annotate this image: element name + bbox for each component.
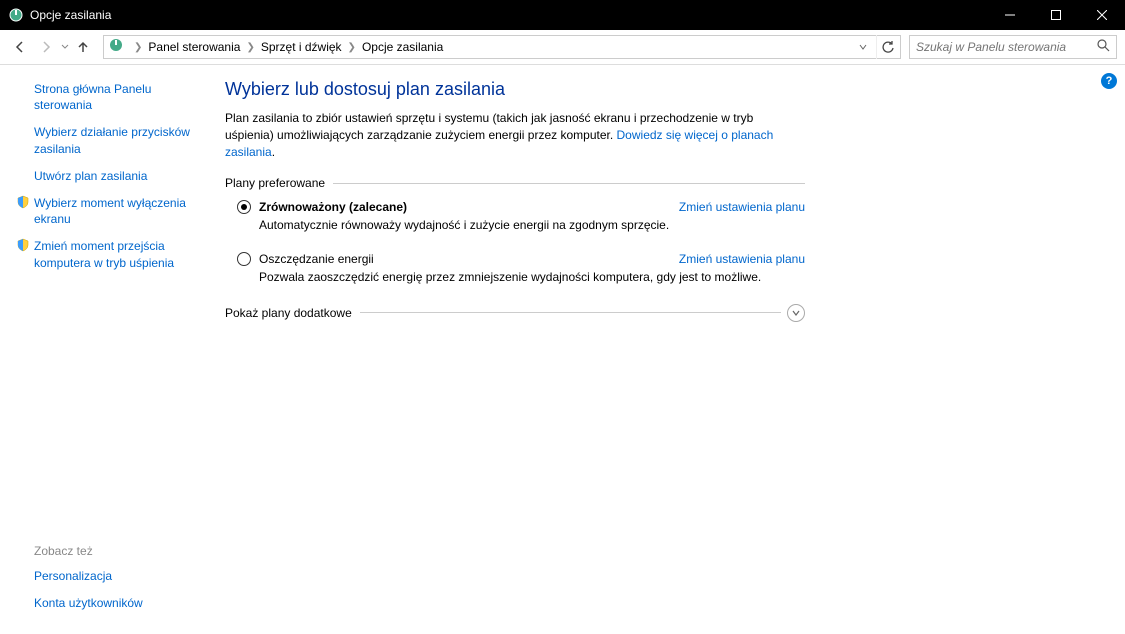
section-title: Pokaż plany dodatkowe <box>225 306 360 320</box>
sidebar-item-label: Zmień moment przejścia komputera w tryb … <box>34 238 205 270</box>
back-button[interactable] <box>8 35 32 59</box>
plan-name[interactable]: Zrównoważony (zalecane) <box>259 200 679 214</box>
sidebar-item-label: Utwórz plan zasilania <box>34 168 147 184</box>
close-button[interactable] <box>1079 0 1125 30</box>
plan-radio-power-saver[interactable] <box>237 252 251 266</box>
additional-plans-header[interactable]: Pokaż plany dodatkowe <box>225 304 805 322</box>
window-title: Opcje zasilania <box>30 8 987 22</box>
plan-power-saver: Oszczędzanie energii Zmień ustawienia pl… <box>237 252 805 286</box>
refresh-button[interactable] <box>876 35 900 59</box>
sidebar-link-sleep[interactable]: Zmień moment przejścia komputera w tryb … <box>34 238 205 270</box>
breadcrumb-item[interactable]: Sprzęt i dźwięk <box>257 40 346 54</box>
separator <box>333 183 805 184</box>
forward-button[interactable] <box>34 35 58 59</box>
help-icon[interactable]: ? <box>1101 73 1117 89</box>
body: ? Strona główna Panelu sterowania Wybier… <box>0 65 1125 634</box>
shield-icon <box>16 195 34 213</box>
plan-description: Automatycznie równoważy wydajność i zuży… <box>259 217 805 234</box>
separator <box>360 312 781 313</box>
page-description: Plan zasilania to zbiór ustawień sprzętu… <box>225 110 805 160</box>
search-icon[interactable] <box>1097 39 1110 55</box>
chevron-right-icon[interactable]: ❯ <box>132 42 144 53</box>
plan-description: Pozwala zaoszczędzić energię przez zmnie… <box>259 269 805 286</box>
chevron-right-icon[interactable]: ❯ <box>346 42 358 53</box>
section-title: Plany preferowane <box>225 176 333 190</box>
window-controls <box>987 0 1125 30</box>
power-options-icon <box>8 7 24 23</box>
page-title: Wybierz lub dostosuj plan zasilania <box>225 79 805 100</box>
change-plan-link[interactable]: Zmień ustawienia planu <box>679 200 805 214</box>
plan-radio-balanced[interactable] <box>237 200 251 214</box>
content: Wybierz lub dostosuj plan zasilania Plan… <box>215 65 825 634</box>
address-bar[interactable]: ❯ Panel sterowania ❯ Sprzęt i dźwięk ❯ O… <box>103 35 901 59</box>
see-also-label: Zobacz też <box>34 544 205 558</box>
sidebar-item-label: Strona główna Panelu sterowania <box>34 81 205 113</box>
control-panel-home-link[interactable]: Strona główna Panelu sterowania <box>34 81 205 113</box>
search-box[interactable] <box>909 35 1117 59</box>
sidebar: Strona główna Panelu sterowania Wybierz … <box>0 65 215 634</box>
sidebar-link-button-actions[interactable]: Wybierz działanie przycisków zasilania <box>34 124 205 156</box>
sidebar-item-label: Personalizacja <box>34 568 112 584</box>
breadcrumb-item[interactable]: Panel sterowania <box>144 40 244 54</box>
sidebar-item-label: Wybierz moment wyłączenia ekranu <box>34 195 205 227</box>
sidebar-link-display-off[interactable]: Wybierz moment wyłączenia ekranu <box>34 195 205 227</box>
plan-balanced: Zrównoważony (zalecane) Zmień ustawienia… <box>237 200 805 234</box>
history-dropdown-icon[interactable] <box>61 43 69 52</box>
breadcrumb: ❯ Panel sterowania ❯ Sprzęt i dźwięk ❯ O… <box>132 40 858 54</box>
plan-name[interactable]: Oszczędzanie energii <box>259 252 679 266</box>
preferred-plans-header: Plany preferowane <box>225 176 805 190</box>
search-input[interactable] <box>916 40 1097 54</box>
sidebar-link-user-accounts[interactable]: Konta użytkowników <box>34 595 205 611</box>
sidebar-link-create-plan[interactable]: Utwórz plan zasilania <box>34 168 205 184</box>
titlebar: Opcje zasilania <box>0 0 1125 30</box>
power-options-icon <box>108 37 128 57</box>
minimize-button[interactable] <box>987 0 1033 30</box>
sidebar-item-label: Wybierz działanie przycisków zasilania <box>34 124 205 156</box>
change-plan-link[interactable]: Zmień ustawienia planu <box>679 252 805 266</box>
chevron-right-icon[interactable]: ❯ <box>244 42 256 53</box>
address-dropdown[interactable] <box>858 42 872 52</box>
sidebar-item-label: Konta użytkowników <box>34 595 143 611</box>
sidebar-link-personalization[interactable]: Personalizacja <box>34 568 205 584</box>
chevron-down-icon[interactable] <box>787 304 805 322</box>
navbar: ❯ Panel sterowania ❯ Sprzęt i dźwięk ❯ O… <box>0 30 1125 65</box>
shield-icon <box>16 238 34 256</box>
maximize-button[interactable] <box>1033 0 1079 30</box>
breadcrumb-item[interactable]: Opcje zasilania <box>358 40 447 54</box>
up-button[interactable] <box>71 35 95 59</box>
